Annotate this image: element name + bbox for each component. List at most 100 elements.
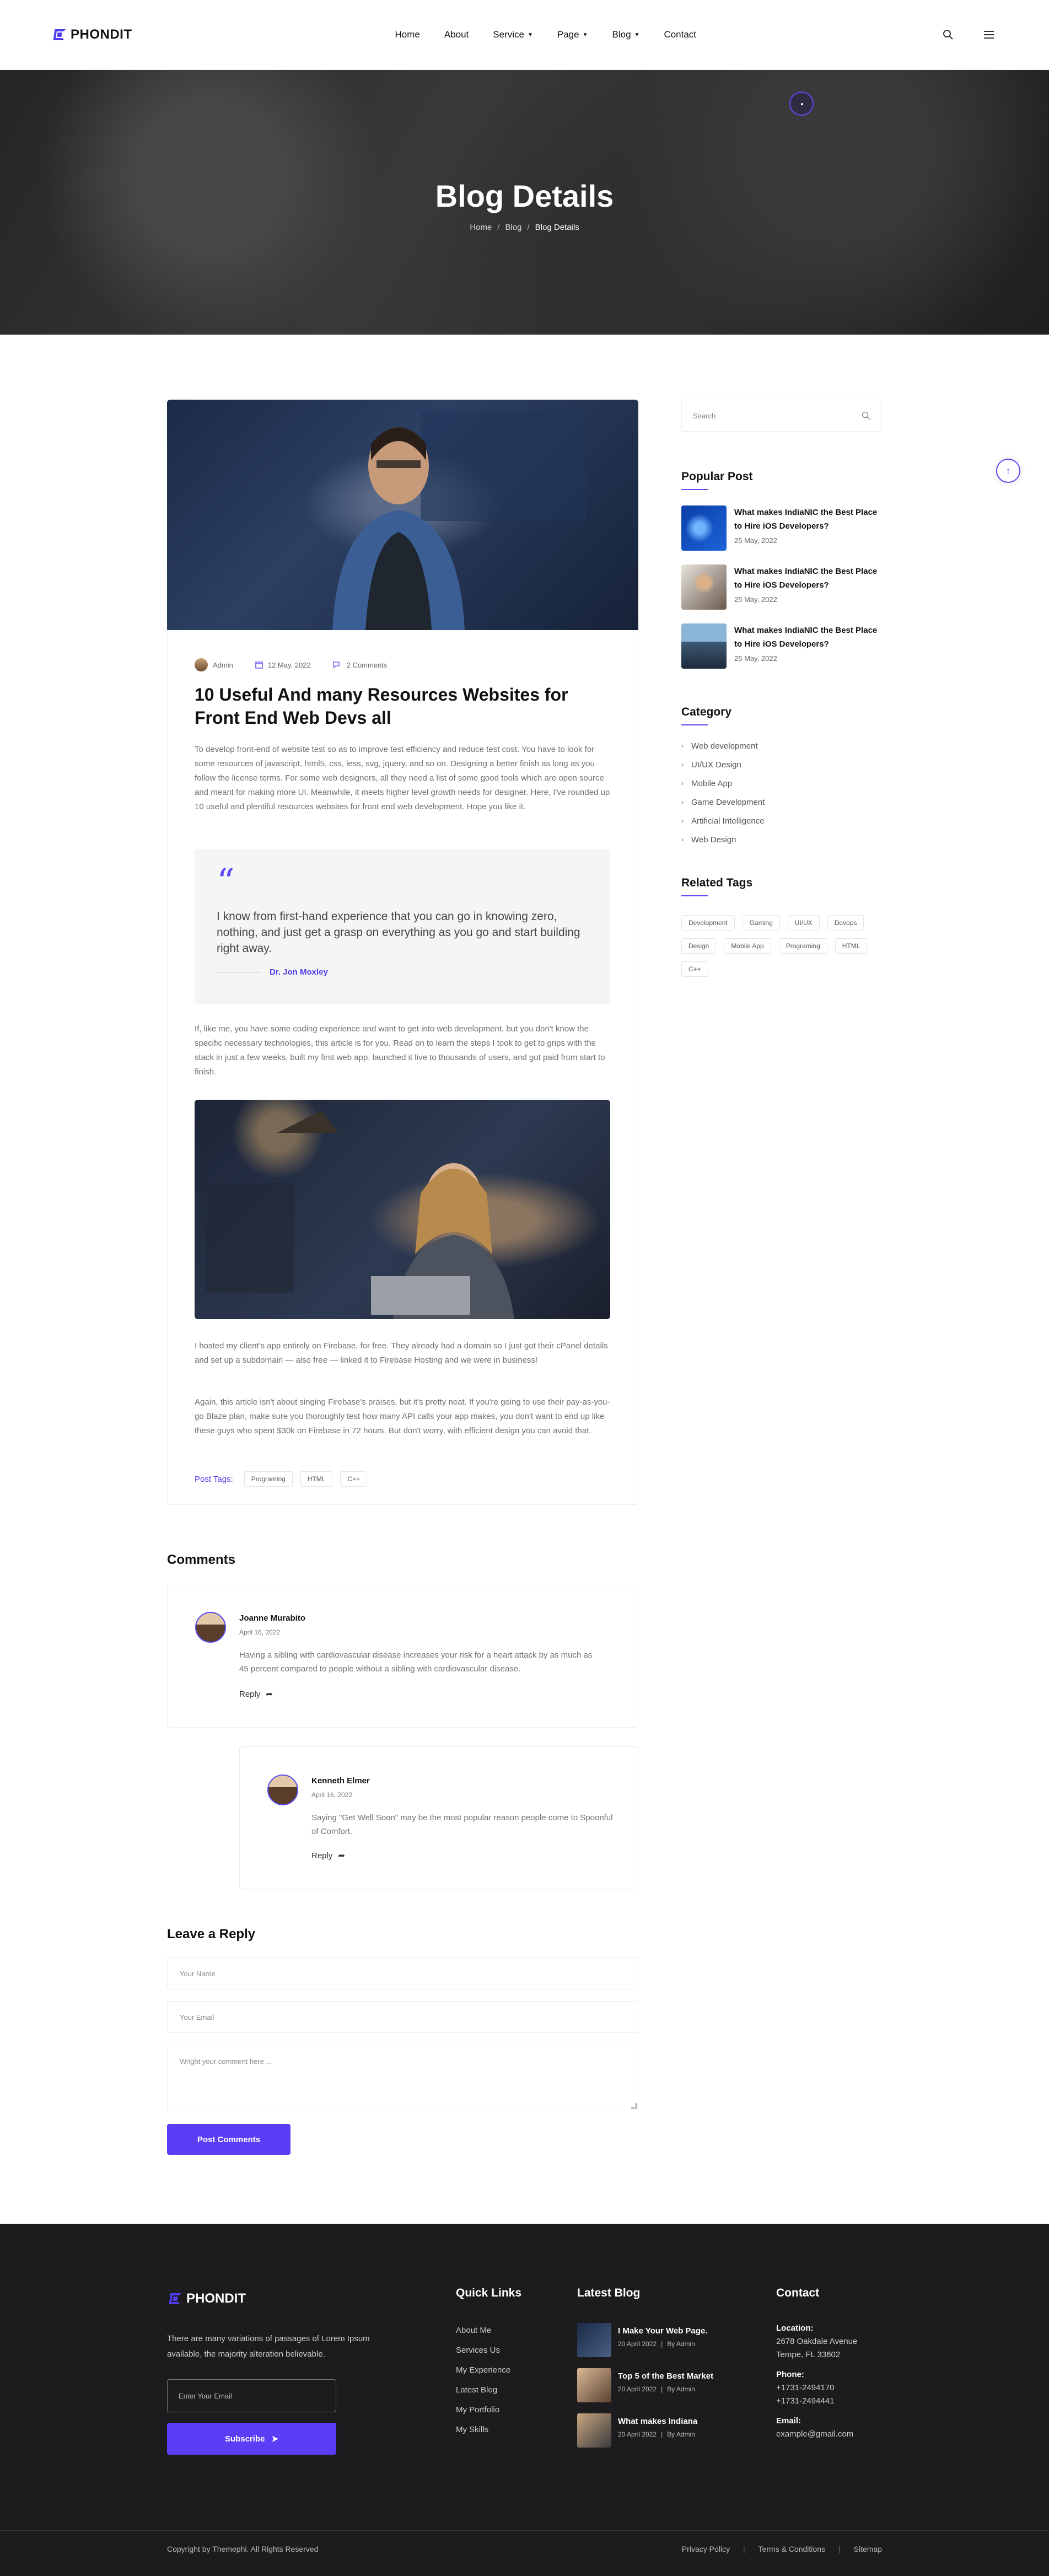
cursor-circle-icon (789, 92, 814, 116)
chevron-right-icon: › (681, 836, 684, 843)
footer-brand-name: PHONDIT (186, 2291, 246, 2306)
phone-value[interactable]: +1731-2494441 (776, 2395, 870, 2408)
category-label: Web Design (691, 835, 736, 845)
post-tag[interactable]: C++ (340, 1471, 368, 1487)
sitemap-link[interactable]: Sitemap (854, 2545, 882, 2553)
footer-link[interactable]: About Me (456, 2326, 491, 2335)
footer-link[interactable]: My Portfolio (456, 2405, 499, 2414)
nav-item-home[interactable]: Home (395, 29, 420, 40)
latest-blog-author: By Admin (667, 2430, 695, 2438)
search-placeholder: Search (693, 411, 716, 420)
post-comments-button[interactable]: Post Comments (167, 2124, 291, 2155)
brand-name: PHONDIT (71, 27, 132, 42)
nav-item-page[interactable]: Page ▼ (557, 29, 588, 40)
related-tag[interactable]: Development (681, 915, 735, 931)
footer-link[interactable]: My Experience (456, 2365, 510, 2375)
breadcrumb: Home / Blog / Blog Details (470, 223, 579, 232)
category-item[interactable]: › Artificial Intelligence (681, 811, 765, 830)
meta-separator: | (661, 2385, 663, 2393)
comment-card: Joanne Murabito April 16, 2022 Having a … (167, 1584, 638, 1728)
location-value: 2678 Oakdale Avenue Tempe, FL 33602 (776, 2337, 858, 2359)
search-icon[interactable] (942, 29, 954, 41)
quote-text: I know from first-hand experience that y… (217, 910, 580, 955)
chevron-down-icon: ▼ (582, 31, 588, 38)
reply-button[interactable]: Reply ➦ (239, 1689, 273, 1700)
related-tag[interactable]: C++ (681, 961, 708, 977)
related-tag[interactable]: UI/UX (787, 915, 820, 931)
category-label: Web development (691, 741, 758, 751)
page-hero: Blog Details Home / Blog / Blog Details (0, 69, 1049, 335)
scroll-to-top-button[interactable]: ↑ (996, 459, 1020, 483)
quote-author: Dr. Jon Moxley (217, 967, 588, 977)
related-tag[interactable]: Devops (827, 915, 864, 931)
category-item[interactable]: › Web Design (681, 830, 765, 849)
footer-link[interactable]: Services Us (456, 2346, 500, 2355)
latest-blog-author: By Admin (667, 2385, 695, 2393)
subscribe-button[interactable]: Subscribe ➤ (167, 2423, 336, 2455)
site-logo[interactable]: PHONDIT (53, 27, 132, 42)
phone-value[interactable]: +1731-2494170 (776, 2381, 870, 2395)
latest-blog-item[interactable]: What makes Indiana 20 April 2022 | By Admin (577, 2413, 743, 2448)
menu-icon[interactable] (983, 29, 995, 41)
latest-blog-date: 20 April 2022 (618, 2340, 657, 2348)
footer-divider (0, 2530, 1049, 2531)
nav-item-blog[interactable]: Blog ▼ (612, 29, 640, 40)
author-name: Admin (213, 660, 233, 669)
footer-link[interactable]: My Skills (456, 2425, 488, 2434)
reply-button[interactable]: Reply ➦ (311, 1851, 345, 1861)
meta-author[interactable]: Admin (195, 658, 233, 671)
footer-logo[interactable]: PHONDIT (169, 2291, 246, 2306)
commenter-name: Joanne Murabito (239, 1614, 306, 1623)
newsletter-email-input[interactable]: Enter Your Email (167, 2379, 336, 2412)
post-tag[interactable]: Programing (244, 1471, 293, 1487)
popular-post-item[interactable]: What makes IndiaNIC the Best Place to Hi… (681, 564, 882, 610)
breadcrumb-blog[interactable]: Blog (505, 223, 521, 232)
popular-post-item[interactable]: What makes IndiaNIC the Best Place to Hi… (681, 623, 882, 669)
related-tag[interactable]: HTML (835, 938, 868, 954)
copyright: Copyright by Themephi. All Rights Reserv… (167, 2545, 319, 2553)
category-item[interactable]: › Game Development (681, 793, 765, 811)
meta-comments[interactable]: 2 Comments (333, 661, 387, 669)
latest-blog-item[interactable]: Top 5 of the Best Market 20 April 2022 | By… (577, 2368, 743, 2402)
related-tag[interactable]: Programing (778, 938, 827, 954)
nav-item-contact[interactable]: Contact (664, 29, 696, 40)
breadcrumb-home[interactable]: Home (470, 223, 492, 232)
category-item[interactable]: › Web development (681, 736, 765, 755)
nav-item-service[interactable]: Service ▼ (493, 29, 533, 40)
search-icon[interactable] (862, 411, 870, 420)
breadcrumb-separator: / (527, 222, 530, 232)
category-item[interactable]: › UI/UX Design (681, 755, 765, 774)
related-tag[interactable]: Design (681, 938, 717, 954)
comment-textarea[interactable]: Wright your comment here ... (167, 2045, 638, 2110)
popular-post-item[interactable]: What makes IndiaNIC the Best Place to Hi… (681, 505, 882, 551)
site-header: PHONDIT Home About Service ▼ Page ▼ Blog ▼ … (0, 0, 1049, 69)
commenter-avatar (195, 1612, 226, 1643)
sidebar-search-input[interactable]: Search (681, 400, 882, 432)
reply-label: Reply (311, 1851, 333, 1860)
send-icon: ➤ (271, 2434, 279, 2444)
related-tag[interactable]: Gaming (742, 915, 780, 931)
latest-blog-title: What makes Indiana (618, 2417, 698, 2426)
related-tags-heading: Related Tags (681, 876, 752, 896)
link-separator: | (838, 2545, 841, 2553)
post-tag[interactable]: HTML (300, 1471, 333, 1487)
post-tags-label: Post Tags: (195, 1474, 233, 1484)
resize-handle-icon[interactable] (631, 2103, 637, 2109)
comment-text: Saying "Get Well Soon" may be the most p… (311, 1813, 613, 1836)
breadcrumb-separator: / (497, 222, 500, 232)
chevron-down-icon: ▼ (527, 31, 533, 38)
email-value[interactable]: example@gmail.com (776, 2428, 870, 2441)
comment-card-reply: Kenneth Elmer April 16, 2022 Saying "Get… (239, 1746, 638, 1889)
post-tags: Post Tags: Programing HTML C++ (195, 1471, 368, 1487)
nav-item-about[interactable]: About (444, 29, 469, 40)
category-item[interactable]: › Mobile App (681, 774, 765, 793)
privacy-policy-link[interactable]: Privacy Policy (682, 2545, 730, 2553)
email-label: Email: (776, 2416, 801, 2426)
name-input[interactable]: Your Name (167, 1957, 638, 1989)
comment-text: Having a sibling with cardiovascular dis… (239, 1650, 593, 1674)
terms-link[interactable]: Terms & Conditions (758, 2545, 825, 2553)
email-input[interactable]: Your Email (167, 2001, 638, 2033)
related-tag[interactable]: Mobile App (724, 938, 771, 954)
latest-blog-item[interactable]: I Make Your Web Page. 20 April 2022 | By Ad… (577, 2323, 743, 2357)
footer-link[interactable]: Latest Blog (456, 2385, 497, 2395)
